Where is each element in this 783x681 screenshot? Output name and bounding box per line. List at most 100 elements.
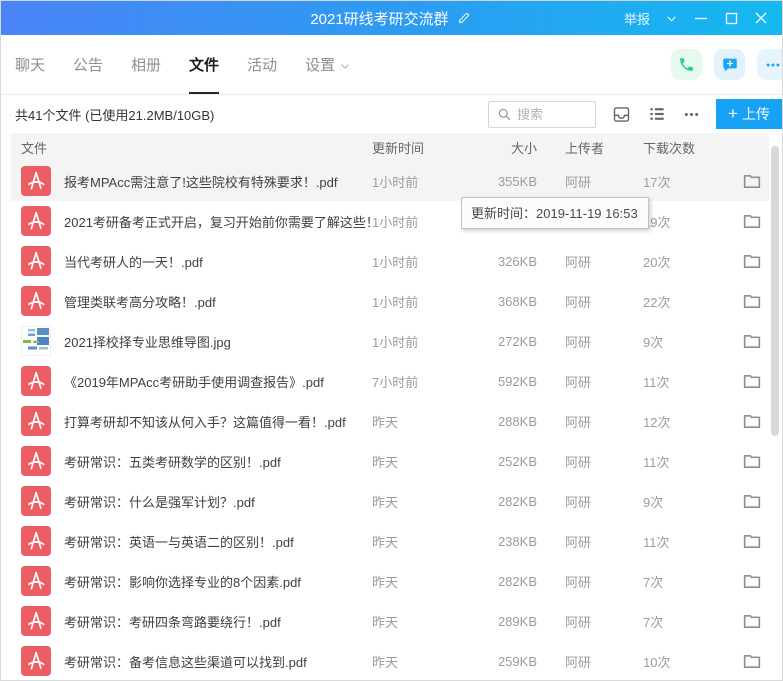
file-uploader: 阿研 xyxy=(565,612,643,631)
file-size: 282KB xyxy=(487,574,537,589)
file-download-count: 12次 xyxy=(643,412,735,431)
file-size: 289KB xyxy=(487,614,537,629)
folder-icon[interactable] xyxy=(735,570,769,592)
minimize-button[interactable] xyxy=(688,6,714,30)
pdf-file-icon xyxy=(21,166,51,196)
table-row[interactable]: 考研常识：什么是强军计划？.pdf 昨天 282KB 阿研 9次 xyxy=(11,481,769,521)
table-row[interactable]: 2021考研备考正式开启，复习开始前你需要了解这些！.... 1小时前 356K… xyxy=(11,201,769,241)
folder-icon[interactable] xyxy=(735,250,769,272)
file-updated-time: 昨天 xyxy=(372,492,487,511)
chevron-down-icon xyxy=(339,60,351,72)
folder-icon[interactable] xyxy=(735,450,769,472)
folder-icon[interactable] xyxy=(735,170,769,192)
file-name: 打算考研却不知该从何入手？这篇值得一看！.pdf xyxy=(64,412,346,431)
folder-icon[interactable] xyxy=(735,530,769,552)
folder-icon[interactable] xyxy=(735,610,769,632)
file-download-count: 11次 xyxy=(643,452,735,471)
file-uploader: 阿研 xyxy=(565,652,643,671)
file-uploader: 阿研 xyxy=(565,492,643,511)
file-updated-time: 7小时前 xyxy=(372,372,487,391)
column-header-uploader: 上传者 xyxy=(565,138,643,157)
more-actions-icon[interactable] xyxy=(757,49,783,80)
folder-icon[interactable] xyxy=(735,290,769,312)
tab-album[interactable]: 相册 xyxy=(131,35,161,94)
plus-icon: + xyxy=(728,105,738,122)
table-row[interactable]: 《2019年MPAcc考研助手使用调查报告》.pdf 7小时前 592KB 阿研… xyxy=(11,361,769,401)
list-view-icon[interactable] xyxy=(647,104,667,124)
new-message-icon[interactable] xyxy=(714,49,745,80)
file-name: 2021择校择专业思维导图.jpg xyxy=(64,332,231,351)
pdf-file-icon xyxy=(21,286,51,316)
file-download-count: 10次 xyxy=(643,652,735,671)
scrollbar-thumb[interactable] xyxy=(771,146,779,436)
file-name: 考研常识：备考信息这些渠道可以找到.pdf xyxy=(64,652,307,671)
pdf-file-icon xyxy=(21,566,51,596)
voice-call-icon[interactable] xyxy=(671,49,702,80)
table-row[interactable]: 2021择校择专业思维导图.jpg 1小时前 272KB 阿研 9次 xyxy=(11,321,769,361)
file-uploader: 阿研 xyxy=(565,372,643,391)
file-size: 592KB xyxy=(487,374,537,389)
file-download-count: 11次 xyxy=(643,532,735,551)
table-row[interactable]: 打算考研却不知该从何入手？这篇值得一看！.pdf 昨天 288KB 阿研 12次 xyxy=(11,401,769,441)
folder-icon[interactable] xyxy=(735,490,769,512)
file-updated-time: 1小时前 xyxy=(372,252,487,271)
folder-icon[interactable] xyxy=(735,330,769,352)
folder-icon[interactable] xyxy=(735,410,769,432)
table-row[interactable]: 当代考研人的一天！.pdf 1小时前 326KB 阿研 20次 xyxy=(11,241,769,281)
maximize-button[interactable] xyxy=(718,6,744,30)
pdf-file-icon xyxy=(21,486,51,516)
close-button[interactable] xyxy=(748,6,774,30)
pdf-file-icon xyxy=(21,606,51,636)
file-download-count: 17次 xyxy=(643,172,735,191)
file-updated-time: 昨天 xyxy=(372,452,487,471)
file-name: 2021考研备考正式开启，复习开始前你需要了解这些！.... xyxy=(64,212,372,231)
upload-button[interactable]: + 上传 xyxy=(716,99,782,129)
tab-announcement[interactable]: 公告 xyxy=(73,35,103,94)
file-name: 管理类联考高分攻略！.pdf xyxy=(64,292,216,311)
file-size: 282KB xyxy=(487,494,537,509)
pdf-file-icon xyxy=(21,446,51,476)
file-updated-time: 昨天 xyxy=(372,532,487,551)
more-options-icon[interactable] xyxy=(682,105,701,124)
file-download-count: 7次 xyxy=(643,572,735,591)
file-uploader: 阿研 xyxy=(565,412,643,431)
folder-icon[interactable] xyxy=(735,370,769,392)
group-tabs-bar: 聊天 公告 相册 文件 活动 设置 xyxy=(1,35,782,95)
table-row[interactable]: 报考MPAcc需注意了!这些院校有特殊要求！.pdf 1小时前 355KB 阿研… xyxy=(11,161,769,201)
report-link[interactable]: 举报 xyxy=(620,9,654,28)
table-row[interactable]: 考研常识：考研四条弯路要绕行！.pdf 昨天 289KB 阿研 7次 xyxy=(11,601,769,641)
file-download-count: 22次 xyxy=(643,292,735,311)
folder-icon[interactable] xyxy=(735,650,769,672)
file-download-count: 9次 xyxy=(643,332,735,351)
file-download-count: 9次 xyxy=(643,492,735,511)
tab-activity[interactable]: 活动 xyxy=(247,35,277,94)
file-toolbar: 共41个文件 (已使用21.2MB/10GB) + 上传 xyxy=(1,95,782,133)
folder-icon[interactable] xyxy=(735,210,769,232)
file-size: 368KB xyxy=(487,294,537,309)
search-box[interactable] xyxy=(488,101,596,128)
tab-chat[interactable]: 聊天 xyxy=(15,35,45,94)
tab-files[interactable]: 文件 xyxy=(189,35,219,94)
table-row[interactable]: 考研常识：影响你选择专业的8个因素.pdf 昨天 282KB 阿研 7次 xyxy=(11,561,769,601)
file-uploader: 阿研 xyxy=(565,292,643,311)
search-input[interactable] xyxy=(517,107,587,122)
file-count-summary: 共41个文件 (已使用21.2MB/10GB) xyxy=(15,105,214,124)
table-row[interactable]: 考研常识：备考信息这些渠道可以找到.pdf 昨天 259KB 阿研 10次 xyxy=(11,641,769,681)
file-uploader: 阿研 xyxy=(565,452,643,471)
edit-group-name-icon[interactable] xyxy=(455,6,473,30)
file-size: 252KB xyxy=(487,454,537,469)
pdf-file-icon xyxy=(21,526,51,556)
download-manager-icon[interactable] xyxy=(611,104,632,125)
file-name: 考研常识：影响你选择专业的8个因素.pdf xyxy=(64,572,301,591)
file-updated-time: 1小时前 xyxy=(372,172,487,191)
file-table: 文件 更新时间 大小 上传者 下载次数 报考MPAcc需注意了!这些院校有特殊要… xyxy=(11,133,769,681)
file-size: 259KB xyxy=(487,654,537,669)
file-name: 《2019年MPAcc考研助手使用调查报告》.pdf xyxy=(64,372,324,391)
column-header-file: 文件 xyxy=(11,138,372,157)
table-row[interactable]: 管理类联考高分攻略！.pdf 1小时前 368KB 阿研 22次 xyxy=(11,281,769,321)
file-name: 报考MPAcc需注意了!这些院校有特殊要求！.pdf xyxy=(64,172,338,191)
chevron-down-icon[interactable] xyxy=(658,6,684,30)
table-row[interactable]: 考研常识：英语一与英语二的区别！.pdf 昨天 238KB 阿研 11次 xyxy=(11,521,769,561)
tab-settings[interactable]: 设置 xyxy=(305,35,351,94)
table-row[interactable]: 考研常识：五类考研数学的区别！.pdf 昨天 252KB 阿研 11次 xyxy=(11,441,769,481)
